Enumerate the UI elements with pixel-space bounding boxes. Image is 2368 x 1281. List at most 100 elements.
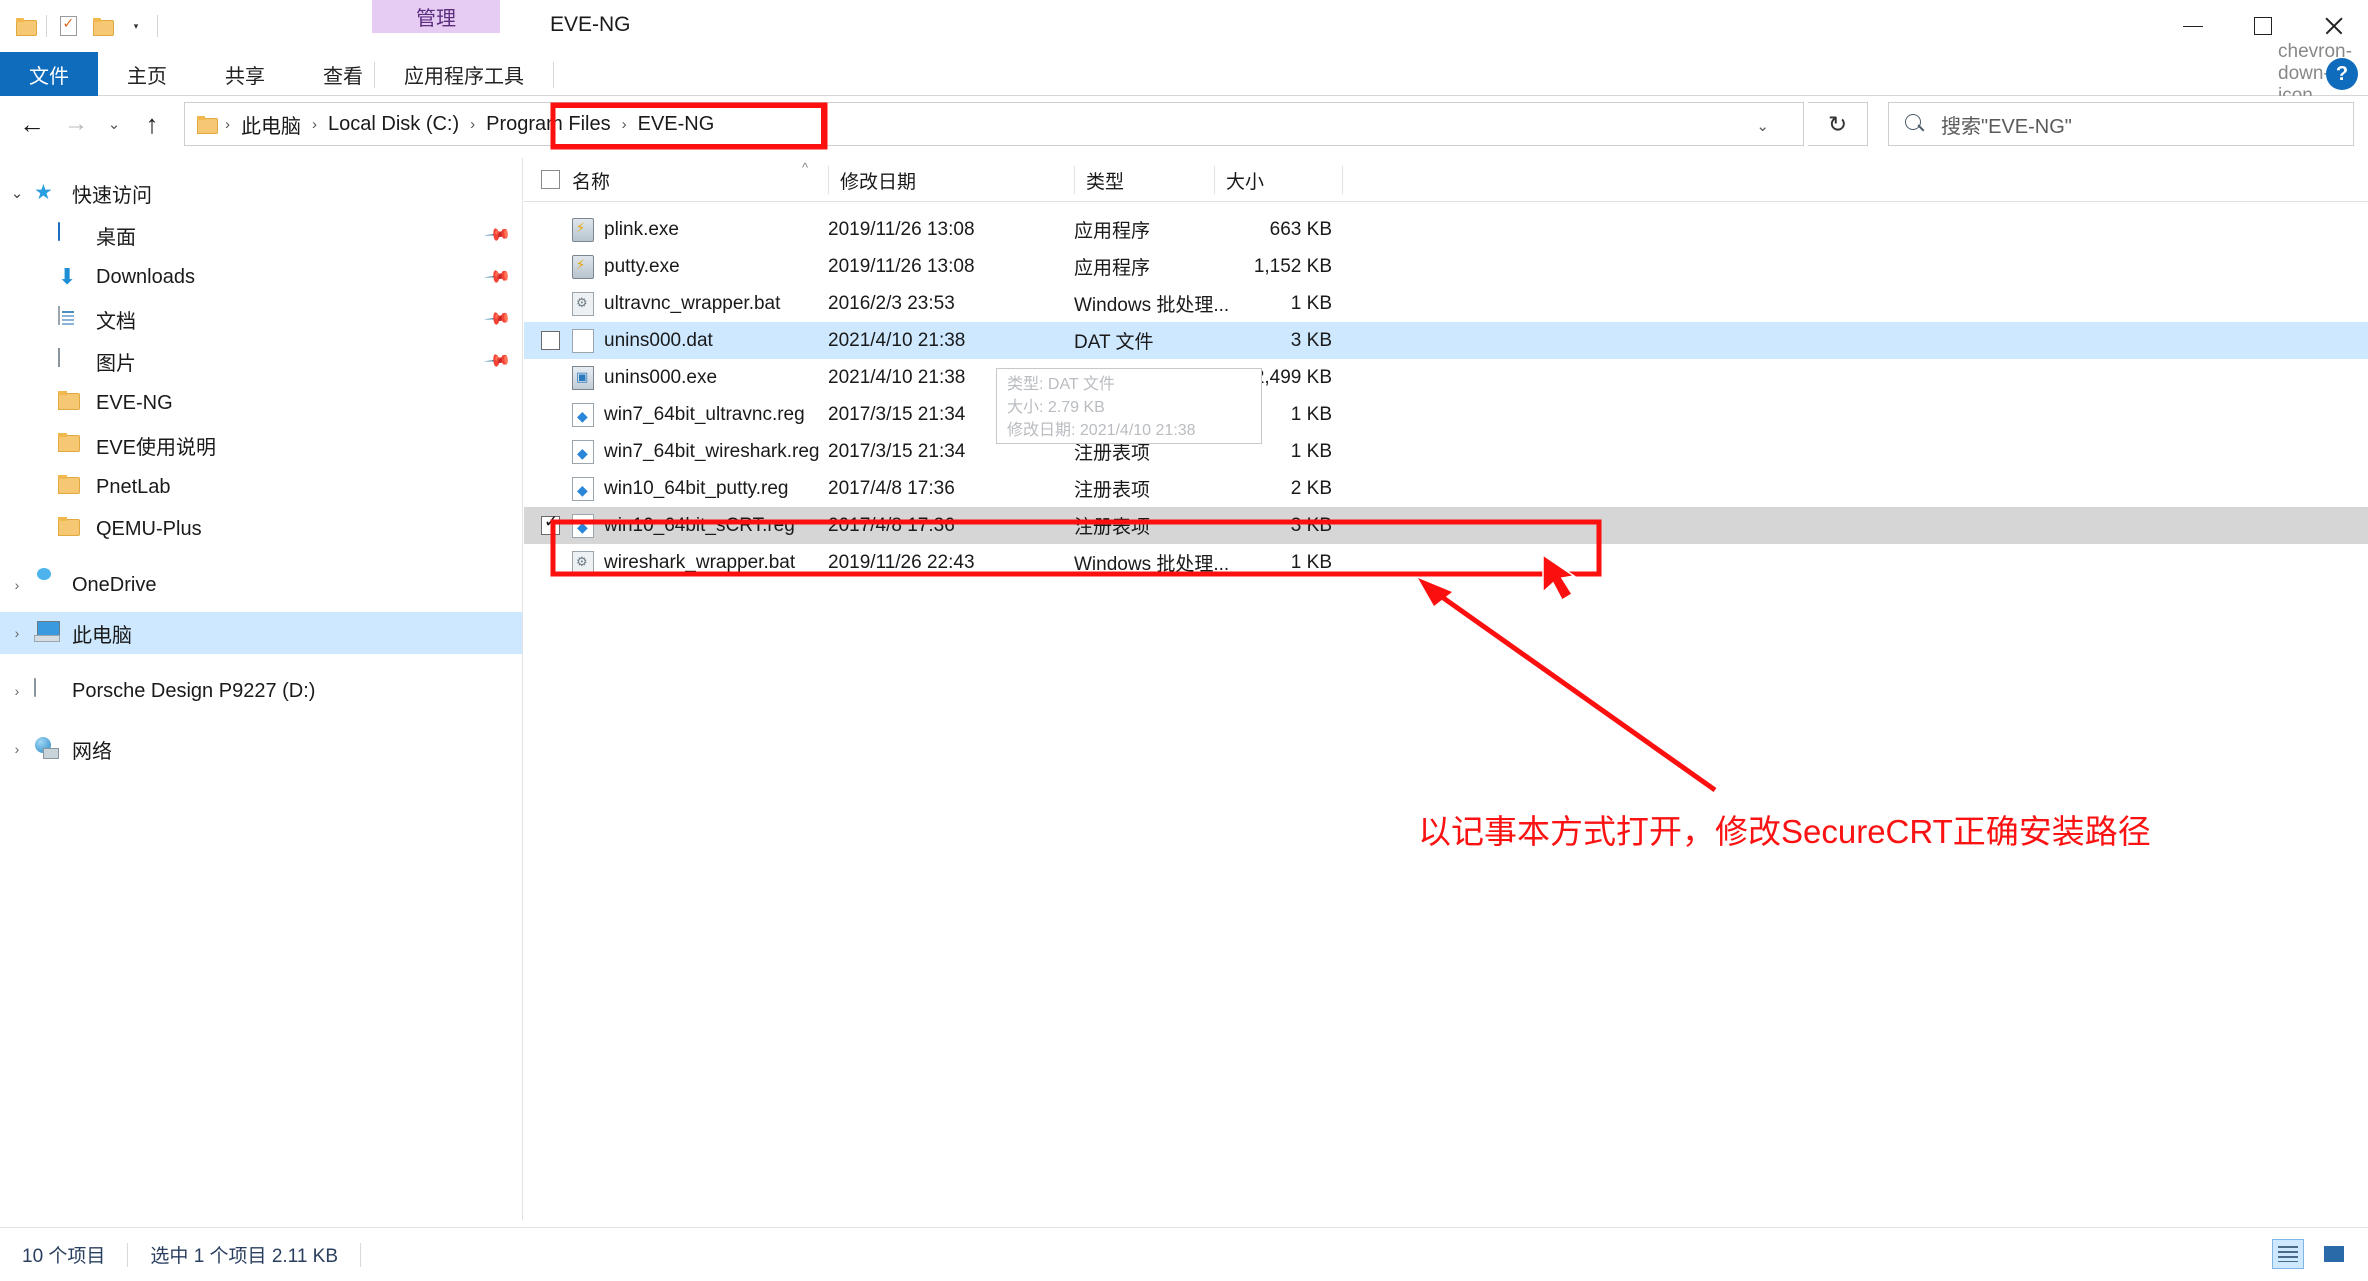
sidebar-item-documents[interactable]: 文档 📌	[0, 298, 522, 340]
chevron-right-icon[interactable]: ›	[0, 625, 34, 641]
reg-icon	[572, 439, 594, 464]
breadcrumb-separator-3: ›	[621, 115, 627, 133]
customize-dropdown-icon[interactable]: ▾	[119, 8, 153, 44]
file-name: win7_64bit_ultravnc.reg	[604, 403, 805, 425]
title-bar: ▾ 管理 EVE-NG	[0, 0, 2368, 52]
table-row[interactable]: win7_64bit_wireshark.reg 2017/3/15 21:34…	[524, 433, 2368, 470]
breadcrumb-item-local-disk[interactable]: Local Disk (C:)	[322, 109, 465, 140]
chevron-right-icon[interactable]: ›	[0, 683, 34, 699]
table-row[interactable]: putty.exe 2019/11/26 13:08 应用程序 1,152 KB	[524, 248, 2368, 285]
file-date: 2016/2/3 23:53	[828, 292, 955, 314]
back-icon[interactable]: ←	[10, 102, 54, 146]
file-name: win10_64bit_sCRT.reg	[604, 514, 795, 536]
ribbon-right-controls: chevron-down-icon ?	[2278, 41, 2358, 106]
column-header-size[interactable]: 大小	[1226, 158, 1342, 202]
table-row[interactable]: ultravnc_wrapper.bat 2016/2/3 23:53 Wind…	[524, 285, 2368, 322]
breadcrumb-item-program-files[interactable]: Program Files	[480, 109, 616, 140]
tab-application-tools[interactable]: 应用程序工具	[378, 52, 550, 96]
pictures-icon	[58, 348, 86, 373]
new-folder-icon[interactable]	[85, 8, 119, 44]
chevron-right-icon[interactable]: ›	[0, 741, 34, 757]
refresh-button[interactable]: ↻	[1808, 102, 1868, 146]
table-row[interactable]: unins000.exe 2021/4/10 21:38 应用程序 2,499 …	[524, 359, 2368, 396]
sidebar-item-onedrive[interactable]: › OneDrive	[0, 564, 522, 606]
chevron-down-icon[interactable]: ⌄	[0, 184, 34, 202]
contextual-tab-group[interactable]: 管理	[372, 0, 500, 33]
column-divider-1[interactable]	[828, 166, 829, 194]
row-checkbox[interactable]	[541, 331, 560, 350]
recent-locations-icon[interactable]: ⌄	[98, 102, 130, 146]
select-all-checkbox[interactable]	[541, 170, 560, 189]
sidebar-item-pnetlab[interactable]: PnetLab	[0, 466, 522, 508]
tab-file[interactable]: 文件	[0, 52, 98, 96]
file-size: 1 KB	[1290, 292, 1332, 314]
file-name: unins000.dat	[604, 329, 713, 351]
sort-ascending-icon: ^	[802, 160, 809, 175]
this-pc-icon	[34, 621, 62, 645]
row-checkbox[interactable]	[541, 512, 560, 535]
pin-icon[interactable]: 📌	[483, 263, 512, 292]
file-size: 3 KB	[1290, 514, 1332, 536]
tiles-view-icon[interactable]	[2318, 1239, 2350, 1269]
sidebar-item-quick-access[interactable]: ⌄ ★ 快速访问	[0, 172, 522, 214]
tab-home[interactable]: 主页	[98, 52, 196, 96]
help-button[interactable]: ?	[2326, 58, 2358, 90]
sidebar-item-this-pc[interactable]: › 此电脑	[0, 612, 522, 654]
column-header-date[interactable]: 修改日期	[840, 158, 1074, 202]
properties-icon[interactable]	[51, 8, 85, 44]
sidebar-item-downloads[interactable]: ⬇ Downloads 📌	[0, 256, 522, 298]
file-size: 3 KB	[1290, 329, 1332, 351]
column-header-name[interactable]: 名称 ^	[572, 158, 828, 202]
chevron-right-icon[interactable]: ›	[0, 577, 34, 593]
tooltip-size: 大小: 2.79 KB	[1007, 399, 1105, 417]
forward-icon[interactable]: →	[54, 102, 98, 146]
reg-icon	[572, 513, 594, 538]
file-name-cell: win10_64bit_putty.reg	[572, 476, 789, 501]
sidebar-label: Downloads	[96, 265, 195, 288]
up-icon[interactable]: ↑	[130, 102, 174, 146]
pin-icon[interactable]: 📌	[483, 305, 512, 334]
folder-icon[interactable]	[8, 8, 42, 44]
breadcrumb[interactable]: › 此电脑 › Local Disk (C:) › Program Files …	[184, 102, 1804, 146]
onedrive-icon	[34, 573, 62, 597]
breadcrumb-item-eve-ng[interactable]: EVE-NG	[632, 109, 721, 140]
sidebar-item-porsche-drive[interactable]: › Porsche Design P9227 (D:)	[0, 670, 522, 712]
table-row[interactable]: unins000.dat 2021/4/10 21:38 DAT 文件 3 KB	[524, 322, 2368, 359]
tab-view-label: 查看	[323, 65, 363, 88]
column-divider-4[interactable]	[1342, 166, 1343, 194]
breadcrumb-item-this-pc[interactable]: 此电脑	[235, 106, 307, 143]
pin-icon[interactable]: 📌	[483, 347, 512, 376]
dat-file-icon	[572, 328, 594, 353]
table-row[interactable]: plink.exe 2019/11/26 13:08 应用程序 663 KB	[524, 211, 2368, 248]
tab-share[interactable]: 共享	[196, 52, 294, 96]
column-divider-3[interactable]	[1214, 166, 1215, 194]
sidebar-label: 图片	[96, 352, 136, 375]
breadcrumb-separator-2: ›	[470, 115, 476, 133]
file-tooltip: 类型: DAT 文件 大小: 2.79 KB 修改日期: 2021/4/10 2…	[996, 368, 1262, 444]
column-divider-2[interactable]	[1074, 166, 1075, 194]
drive-icon	[34, 678, 62, 703]
table-row[interactable]: wireshark_wrapper.bat 2019/11/26 22:43 W…	[524, 544, 2368, 581]
table-row[interactable]: win10_64bit_putty.reg 2017/4/8 17:36 注册表…	[524, 470, 2368, 507]
search-icon	[1905, 114, 1925, 134]
file-size: 1,152 KB	[1253, 255, 1332, 277]
table-row[interactable]: win10_64bit_sCRT.reg 2017/4/8 17:36 注册表项…	[524, 507, 2368, 544]
sidebar-item-pictures[interactable]: 图片 📌	[0, 340, 522, 382]
address-dropdown-icon[interactable]: ⌄	[1756, 117, 1769, 135]
search-input[interactable]: 搜索"EVE-NG"	[1888, 102, 2354, 146]
sidebar-item-qemu-plus[interactable]: QEMU-Plus	[0, 508, 522, 550]
sidebar-item-desktop[interactable]: 桌面 📌	[0, 214, 522, 256]
minimize-button[interactable]	[2158, 0, 2228, 52]
file-name: wireshark_wrapper.bat	[604, 551, 796, 573]
tab-divider-right	[553, 62, 554, 88]
table-row[interactable]: win7_64bit_ultravnc.reg 2017/3/15 21:34 …	[524, 396, 2368, 433]
file-type: 应用程序	[1074, 221, 1151, 242]
sidebar-item-eve-ng[interactable]: EVE-NG	[0, 382, 522, 424]
pin-icon[interactable]: 📌	[483, 221, 512, 250]
file-type: Windows 批处理...	[1074, 295, 1230, 316]
sidebar-item-network[interactable]: › 网络	[0, 728, 522, 770]
sidebar-item-eve-manual[interactable]: EVE使用说明	[0, 424, 522, 466]
column-header-type[interactable]: 类型	[1086, 158, 1214, 202]
details-view-icon[interactable]	[2272, 1239, 2304, 1269]
file-type: 应用程序	[1074, 258, 1151, 279]
